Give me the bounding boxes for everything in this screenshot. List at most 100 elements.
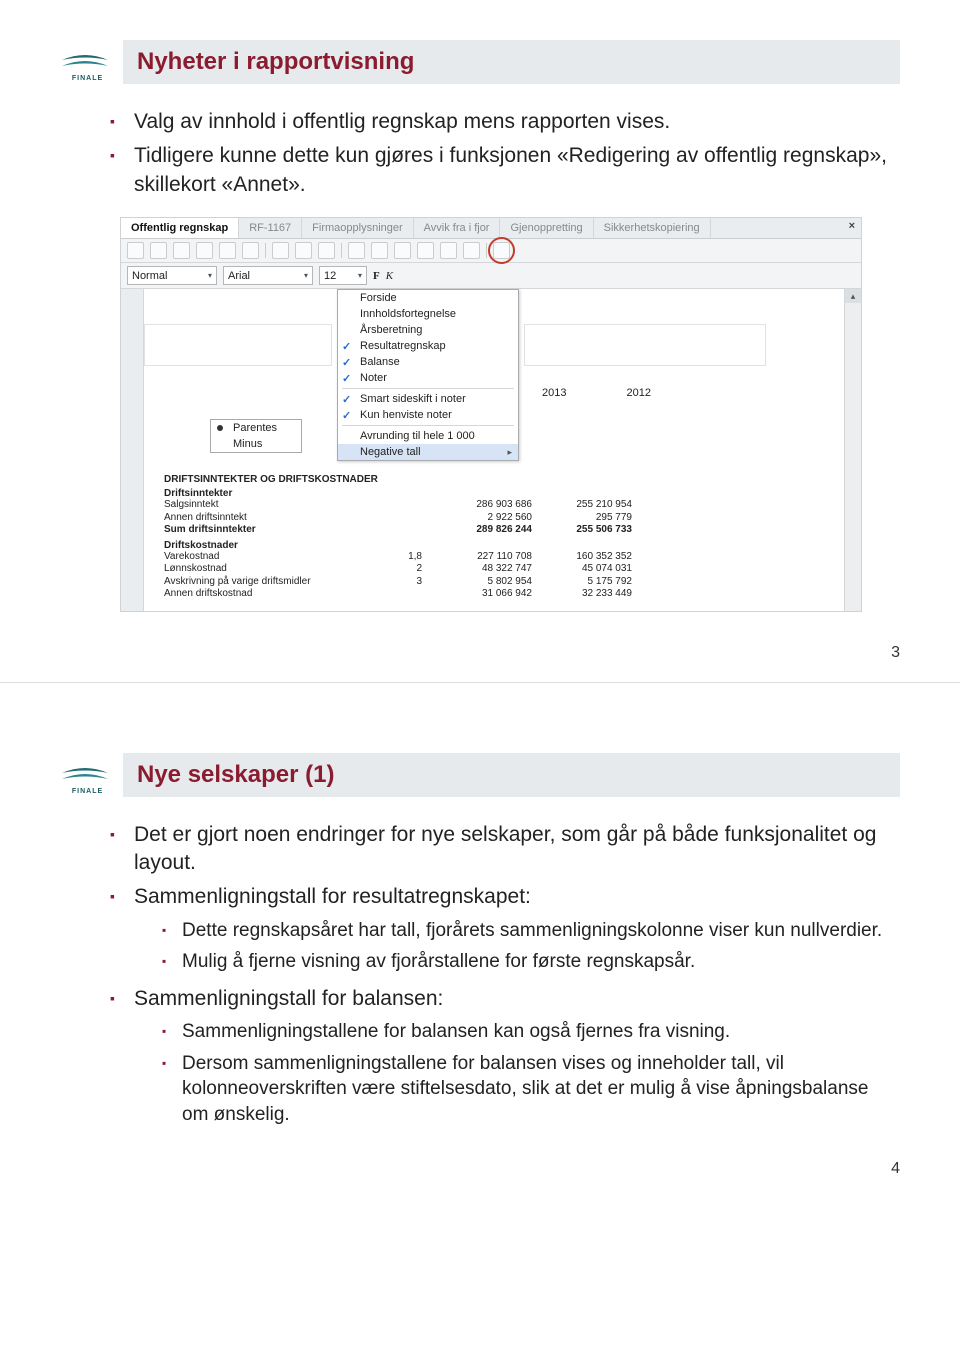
tab-active[interactable]: Offentlig regnskap — [121, 218, 239, 238]
vertical-scrollbar[interactable]: ▴ — [844, 289, 861, 611]
row-note: 2 — [374, 563, 432, 576]
bullet-item: Valg av innhold i offentlig regnskap men… — [134, 108, 900, 136]
dropdown-item[interactable]: Noter — [338, 370, 518, 386]
toolbar-icon[interactable] — [417, 242, 434, 259]
document-area: Forside Innholdsfortegnelse Årsberetning… — [144, 289, 844, 611]
content-selector-icon[interactable] — [493, 242, 510, 259]
dropdown-item[interactable]: Resultatregnskap — [338, 338, 518, 354]
tab[interactable]: Firmaopplysninger — [302, 218, 413, 238]
bold-button[interactable]: F — [373, 270, 380, 282]
row-col1: 286 903 686 — [432, 499, 532, 512]
font-value: Arial — [228, 270, 250, 282]
row-label: Avskrivning på varige driftsmidler — [164, 576, 374, 589]
toolbar-icon[interactable] — [463, 242, 480, 259]
dropdown-separator — [342, 425, 514, 426]
dropdown-item[interactable]: Kun henviste noter — [338, 407, 518, 423]
dropdown-item[interactable]: Innholdsfortegnelse — [338, 306, 518, 322]
toolbar-icon[interactable] — [127, 242, 144, 259]
toolbar-icon[interactable] — [150, 242, 167, 259]
toolbar-icon[interactable] — [440, 242, 457, 259]
row-col1: 5 802 954 — [432, 576, 532, 589]
table-row: Annen driftskostnad 31 066 942 32 233 44… — [164, 588, 824, 601]
scroll-up-icon[interactable]: ▴ — [845, 289, 861, 303]
row-label: Salgsinntekt — [164, 499, 374, 512]
toolbar-icon[interactable] — [295, 242, 312, 259]
row-col1: 289 826 244 — [432, 524, 532, 537]
toolbar-icon[interactable] — [272, 242, 289, 259]
year-label: 2012 — [626, 387, 650, 399]
toolbar-icon[interactable] — [196, 242, 213, 259]
table-row: Avskrivning på varige driftsmidler 3 5 8… — [164, 576, 824, 589]
row-col2: 160 352 352 — [532, 551, 632, 564]
toolbar-icon[interactable] — [394, 242, 411, 259]
submenu-item[interactable]: Minus — [211, 436, 301, 452]
dropdown-item[interactable]: Balanse — [338, 354, 518, 370]
style-combo[interactable]: Normal ▾ — [127, 266, 217, 285]
toolbar-icon[interactable] — [173, 242, 190, 259]
section-heading: DRIFTSINNTEKTER OG DRIFTSKOSTNADER — [164, 474, 824, 485]
dropdown-item[interactable]: Forside — [338, 290, 518, 306]
finale-logo: FINALE — [60, 755, 115, 795]
dropdown-separator — [342, 388, 514, 389]
ruler — [121, 289, 144, 611]
row-label: Lønnskostnad — [164, 563, 374, 576]
year-columns: 2013 2012 — [542, 387, 651, 399]
style-value: Normal — [132, 270, 167, 282]
logo-label: FINALE — [60, 788, 115, 795]
page-number: 4 — [891, 1160, 900, 1178]
size-combo[interactable]: 12 ▾ — [319, 266, 367, 285]
dropdown-item-negative[interactable]: Negative tall ▸ — [338, 444, 518, 460]
submenu-item[interactable]: Parentes — [211, 420, 301, 436]
tab[interactable]: Gjenoppretting — [500, 218, 593, 238]
table-row: Salgsinntekt 286 903 686 255 210 954 — [164, 499, 824, 512]
tab[interactable]: RF-1167 — [239, 218, 302, 238]
chevron-down-icon: ▾ — [304, 271, 308, 280]
size-value: 12 — [324, 270, 336, 282]
title-row: FINALE Nyheter i rapportvisning — [60, 40, 900, 84]
placeholder-box — [524, 324, 766, 366]
sub-bullet-item: Dersom sammenligningstallene for balanse… — [182, 1051, 900, 1128]
toolbar-icon[interactable] — [318, 242, 335, 259]
chevron-down-icon: ▾ — [208, 271, 212, 280]
row-col2: 255 210 954 — [532, 499, 632, 512]
row-col2: 32 233 449 — [532, 588, 632, 601]
bullet-list: Valg av innhold i offentlig regnskap men… — [100, 108, 900, 199]
logo-label: FINALE — [60, 75, 115, 82]
row-col2: 45 074 031 — [532, 563, 632, 576]
toolbar-icon[interactable] — [219, 242, 236, 259]
page-number: 3 — [891, 644, 900, 662]
placeholder-box — [144, 324, 332, 366]
dropdown-item[interactable]: Smart sideskift i noter — [338, 391, 518, 407]
subsection: Driftsinntekter — [164, 488, 824, 499]
toolbar — [121, 239, 861, 263]
close-icon[interactable]: × — [843, 218, 861, 238]
row-note — [374, 499, 432, 512]
row-col2: 5 175 792 — [532, 576, 632, 589]
row-col2: 255 506 733 — [532, 524, 632, 537]
dropdown-item[interactable]: Avrunding til hele 1 000 — [338, 428, 518, 444]
row-note — [374, 588, 432, 601]
tab[interactable]: Avvik fra i fjor — [414, 218, 501, 238]
toolbar-icon[interactable] — [348, 242, 365, 259]
row-col1: 31 066 942 — [432, 588, 532, 601]
content-dropdown[interactable]: Forside Innholdsfortegnelse Årsberetning… — [337, 289, 519, 461]
tab[interactable]: Sikkerhetskopiering — [594, 218, 711, 238]
bullet-text: Sammenligningstall for balansen: — [134, 987, 443, 1010]
sub-bullet-list: Dette regnskapsåret har tall, fjorårets … — [162, 918, 900, 975]
toolbar-icon[interactable] — [371, 242, 388, 259]
table-row: Sum driftsinntekter 289 826 244 255 506 … — [164, 524, 824, 537]
slide-title: Nyheter i rapportvisning — [123, 40, 900, 84]
toolbar-icon[interactable] — [242, 242, 259, 259]
italic-button[interactable]: K — [386, 270, 393, 282]
finale-logo: FINALE — [60, 42, 115, 82]
font-combo[interactable]: Arial ▾ — [223, 266, 313, 285]
dropdown-item[interactable]: Årsberetning — [338, 322, 518, 338]
sub-bullet-list: Sammenligningstallene for balansen kan o… — [162, 1019, 900, 1128]
chevron-down-icon: ▾ — [358, 271, 362, 280]
negative-submenu[interactable]: Parentes Minus — [210, 419, 302, 453]
toolbar-separator — [486, 243, 487, 258]
dropdown-item-label: Avrunding til hele 1 000 — [360, 430, 475, 442]
row-note: 1,8 — [374, 551, 432, 564]
format-row: Normal ▾ Arial ▾ 12 ▾ F K — [121, 263, 861, 289]
tab-bar: Offentlig regnskap RF-1167 Firmaopplysni… — [121, 218, 861, 239]
